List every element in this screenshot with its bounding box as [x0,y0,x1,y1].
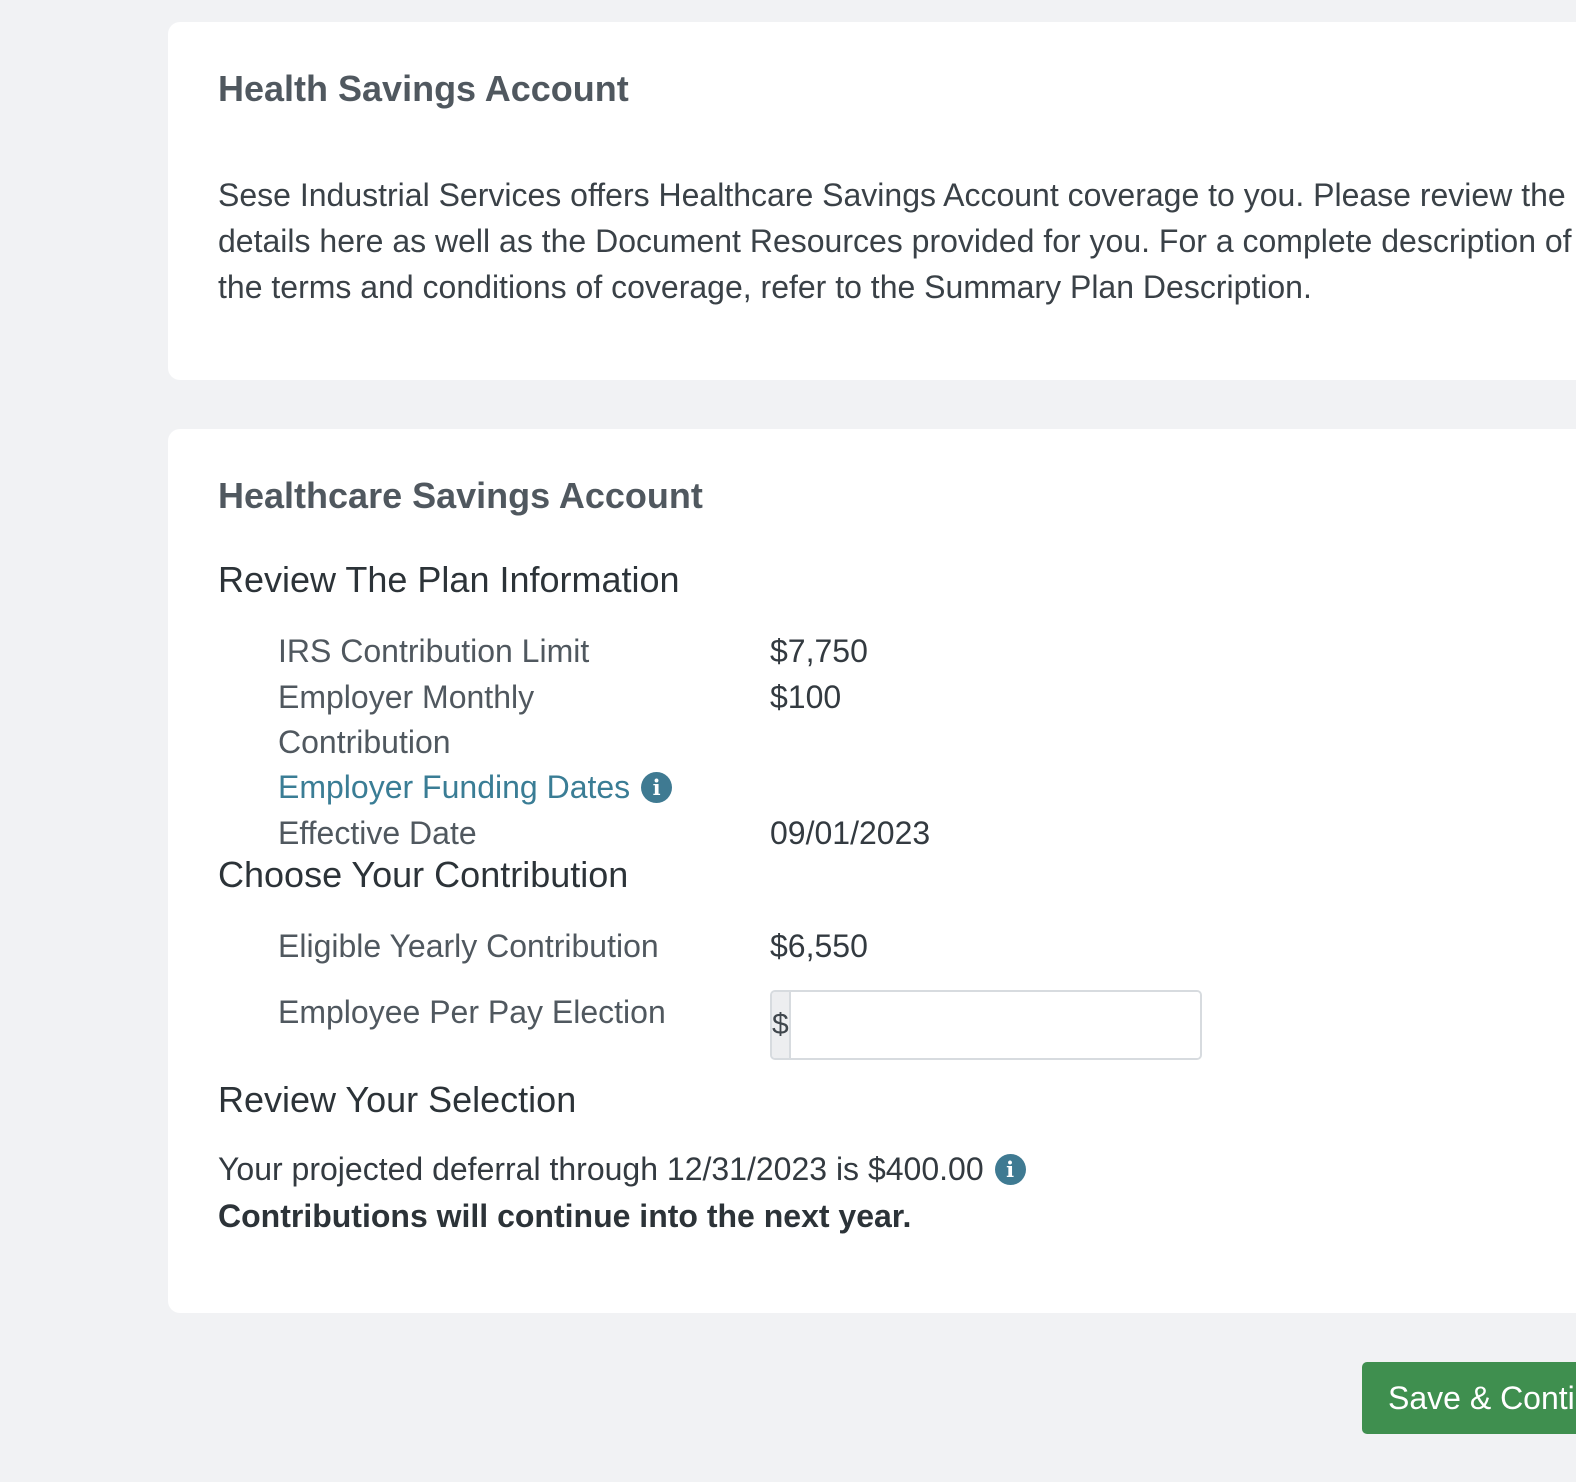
employer-funding-dates-label[interactable]: Employer Funding Dates [278,765,630,810]
employer-funding-dates-link[interactable]: Employer Funding Dates i [278,765,708,810]
hsa-overview-card: Health Savings Account Sese Industrial S… [168,22,1576,380]
info-circle-icon[interactable]: i [641,772,673,803]
hsa-intro-text: Sese Industrial Services offers Healthca… [218,177,1572,305]
hsa-card-title: Health Savings Account [218,68,629,109]
save-continue-button[interactable]: Save & Continue [1362,1362,1576,1434]
effective-date-value: 09/01/2023 [770,815,931,851]
per-pay-election-label: Employee Per Pay Election [278,994,666,1030]
per-pay-election-input-group: $ [770,990,1202,1060]
irs-limit-label: IRS Contribution Limit [278,633,590,669]
hsa-plan-card: Healthcare Savings Account Review The Pl… [168,429,1576,1313]
eligible-yearly-label: Eligible Yearly Contribution [278,928,659,964]
currency-addon: $ [772,992,791,1058]
eligible-yearly-value: $6,550 [770,928,868,964]
review-selection-heading: Review Your Selection [218,1079,577,1120]
review-plan-heading: Review The Plan Information [218,559,680,600]
projected-deferral-text: Your projected deferral through 12/31/20… [218,1151,984,1187]
choose-contribution-heading: Choose Your Contribution [218,854,629,895]
projected-deferral: Your projected deferral through 12/31/20… [218,1147,1026,1192]
per-pay-election-input[interactable] [790,992,1200,1058]
employer-monthly-value: $100 [770,679,842,715]
employer-monthly-label: Employer Monthly Contribution [278,679,535,760]
irs-limit-value: $7,750 [770,633,868,669]
effective-date-label: Effective Date [278,815,477,851]
info-circle-icon[interactable]: i [994,1154,1026,1185]
continue-note: Contributions will continue into the nex… [218,1198,912,1234]
plan-card-title: Healthcare Savings Account [218,475,703,516]
